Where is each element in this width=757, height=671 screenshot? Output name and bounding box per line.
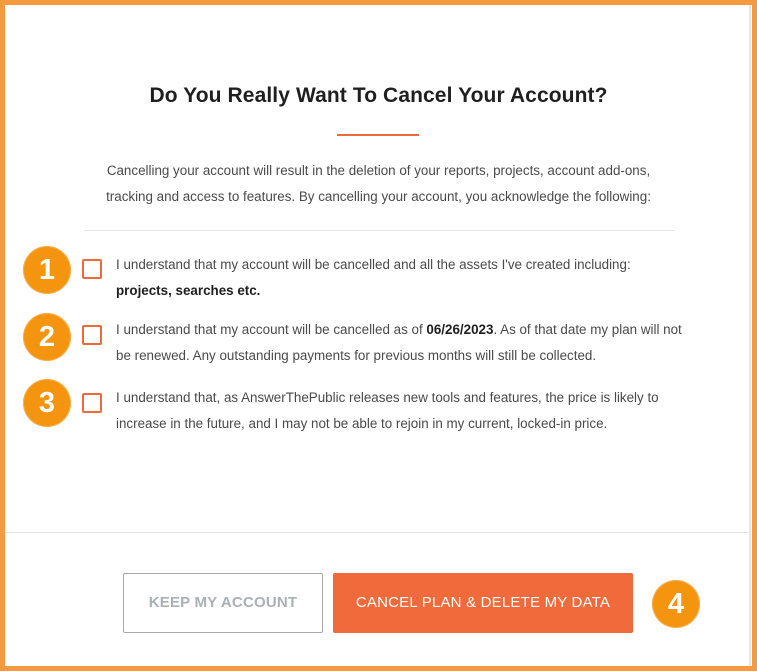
ack-2-text-before: I understand that my account will be can… <box>116 322 423 337</box>
ack-checkbox-2[interactable] <box>82 325 102 345</box>
step-badge-1: 1 <box>23 246 71 294</box>
title-underline <box>337 134 419 136</box>
ack-checkbox-1[interactable] <box>82 259 102 279</box>
intro-text: Cancelling your account will result in t… <box>80 158 677 210</box>
ack-2-bold-date: 06/26/2023 <box>426 322 494 337</box>
intro-line-2: tracking and access to features. By canc… <box>106 189 651 204</box>
dialog-title: Do You Really Want To Cancel Your Accoun… <box>149 84 608 107</box>
cancel-plan-delete-data-button[interactable]: CANCEL PLAN & DELETE MY DATA <box>333 573 633 633</box>
ack-1-text: I understand that my account will be can… <box>116 257 631 272</box>
section-divider <box>84 230 674 231</box>
keep-account-button[interactable]: KEEP MY ACCOUNT <box>123 573 323 633</box>
ack-text-2: I understand that my account will be can… <box>116 317 686 369</box>
ack-1-bold: projects, searches etc. <box>116 283 261 298</box>
step-badge-3: 3 <box>23 379 71 427</box>
intro-line-1: Cancelling your account will result in t… <box>106 163 651 178</box>
step-badge-4: 4 <box>652 580 700 628</box>
step-badge-2: 2 <box>23 313 71 361</box>
ack-checkbox-3[interactable] <box>82 393 102 413</box>
ack-text-1: I understand that my account will be can… <box>116 252 686 304</box>
ack-text-3: I understand that, as AnswerThePublic re… <box>116 390 659 431</box>
footer-divider <box>5 532 750 533</box>
